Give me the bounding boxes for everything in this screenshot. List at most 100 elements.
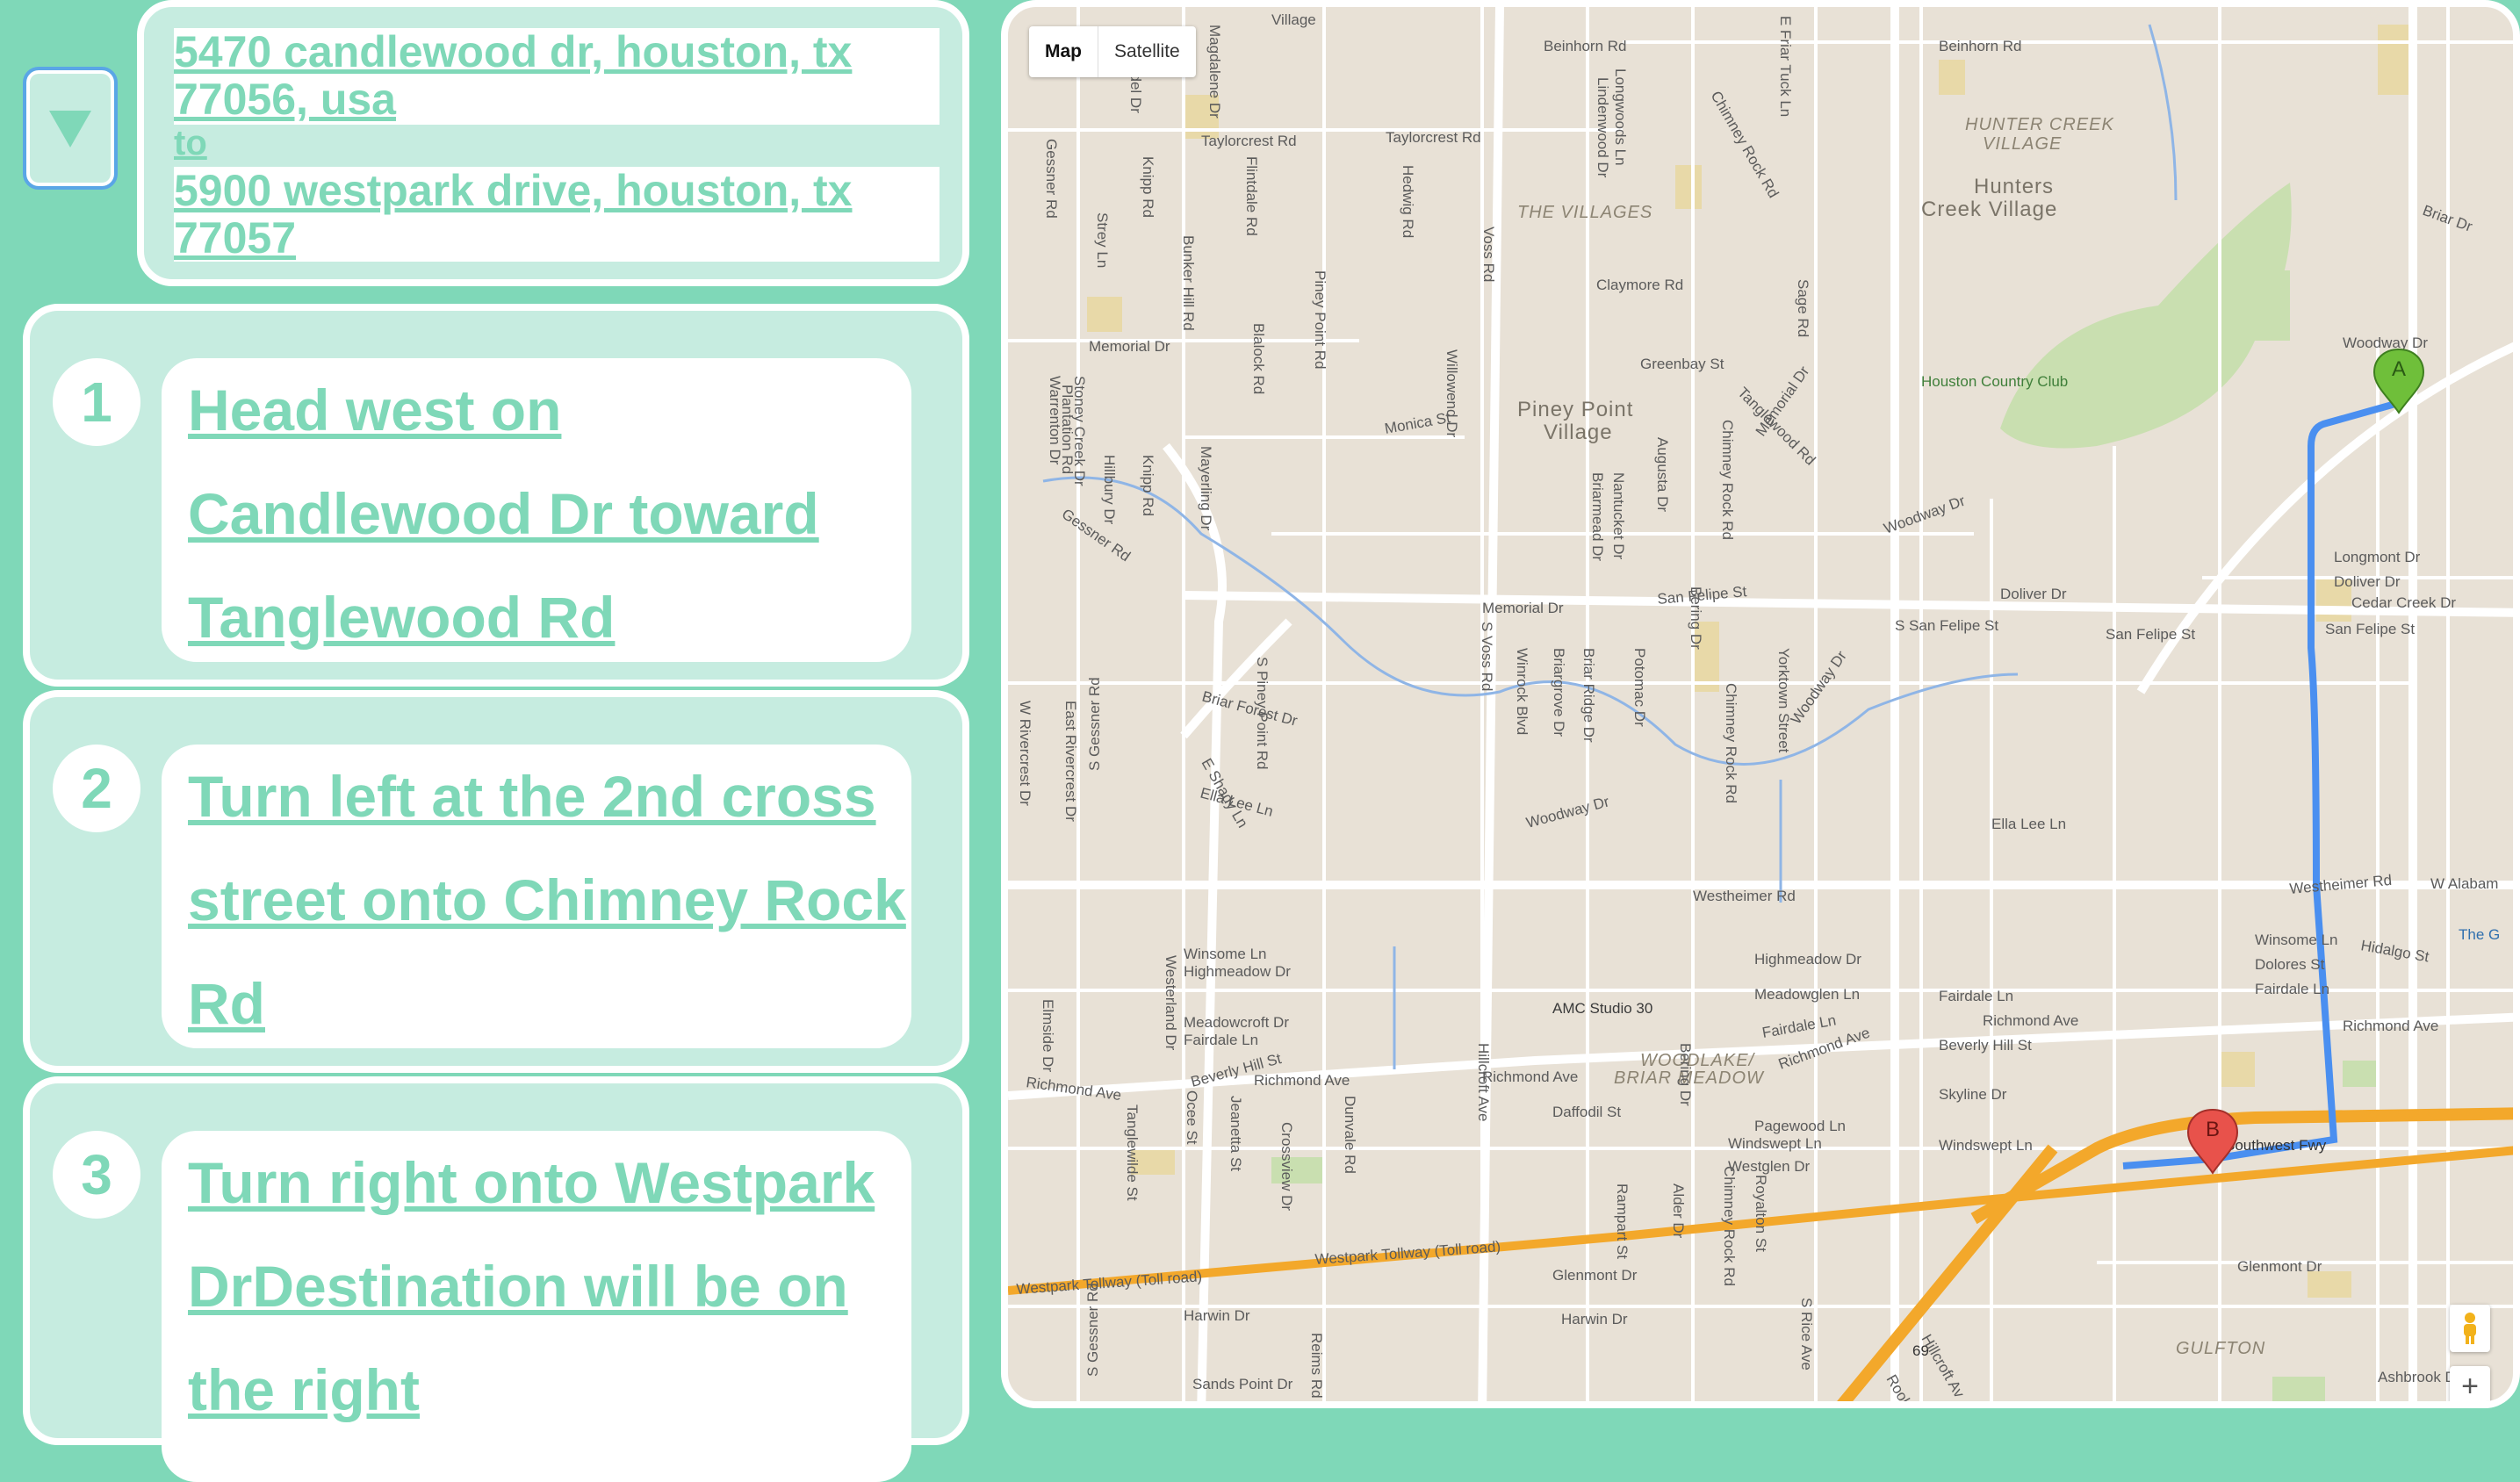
svg-text:Windswept Ln: Windswept Ln	[1728, 1135, 1822, 1152]
svg-text:Beinhorn Rd: Beinhorn Rd	[1939, 38, 2022, 54]
svg-text:Woodway Dr: Woodway Dr	[1524, 793, 1611, 831]
svg-text:Richmond Ave: Richmond Ave	[2343, 1018, 2438, 1034]
svg-text:HUNTER CREEK: HUNTER CREEK	[1965, 115, 2114, 134]
svg-text:Potomac Dr: Potomac Dr	[1631, 648, 1648, 727]
svg-text:Meadowglen Ln: Meadowglen Ln	[1754, 986, 1860, 1003]
svg-text:Briarmead Dr: Briarmead Dr	[1589, 472, 1606, 561]
svg-text:Chimney Rock Rd: Chimney Rock Rd	[1708, 89, 1782, 201]
direction-step: 2 Turn left at the 2nd cross street onto…	[23, 690, 969, 1073]
svg-text:Hillcroft Av: Hillcroft Av	[1919, 1332, 1969, 1401]
map-type-map-button[interactable]: Map	[1029, 26, 1098, 77]
svg-text:S Voss Rd: S Voss Rd	[1479, 622, 1495, 691]
svg-text:Longwoods Ln: Longwoods Ln	[1612, 68, 1629, 166]
svg-text:Dunvale Rd: Dunvale Rd	[1342, 1096, 1358, 1174]
svg-text:Dolores St: Dolores St	[2255, 956, 2325, 973]
svg-text:W Rivercrest Dr: W Rivercrest Dr	[1017, 701, 1033, 806]
school-area	[2220, 1052, 2255, 1087]
svg-text:Crossview Dr: Crossview Dr	[1278, 1122, 1295, 1211]
svg-text:Fairdale Ln: Fairdale Ln	[1760, 1011, 1837, 1040]
svg-text:Greenbay St: Greenbay St	[1640, 356, 1724, 372]
svg-text:Rampart St: Rampart St	[1614, 1183, 1631, 1259]
park-area	[2343, 1061, 2378, 1087]
svg-text:Ashbrook Dr: Ashbrook Dr	[2378, 1369, 2461, 1385]
svg-text:WOODLAKE/: WOODLAKE/	[1640, 1051, 1756, 1070]
svg-text:Memorial Dr: Memorial Dr	[1482, 600, 1564, 616]
svg-text:Westpark Tollway (Toll road): Westpark Tollway (Toll road)	[1016, 1268, 1203, 1298]
map-canvas[interactable]: Beinhorn Rd Beinhorn Rd Village HUNTER C…	[1008, 7, 2520, 1408]
svg-text:Royalton St: Royalton St	[1753, 1175, 1769, 1252]
svg-text:Piney Point Rd: Piney Point Rd	[1312, 270, 1328, 369]
svg-text:Daffodil St: Daffodil St	[1552, 1104, 1621, 1120]
step-instruction-link[interactable]: Turn left at the 2nd cross street onto C…	[162, 745, 911, 1048]
park-area	[1264, 1403, 1396, 1408]
svg-text:Highmeadow Dr: Highmeadow Dr	[1754, 951, 1861, 968]
svg-text:Windswept Ln: Windswept Ln	[1939, 1137, 2033, 1154]
svg-text:Elmside Dr: Elmside Dr	[1040, 999, 1056, 1072]
svg-text:Richmond Ave: Richmond Ave	[1025, 1074, 1122, 1104]
school-area	[2308, 1271, 2351, 1298]
step-instruction-link[interactable]: Head west on Candlewood Dr toward Tangle…	[162, 358, 911, 662]
svg-text:Bering Dr: Bering Dr	[1688, 586, 1704, 650]
svg-text:Fairdale Ln: Fairdale Ln	[1184, 1032, 1258, 1048]
svg-text:Houston Country Club: Houston Country Club	[1921, 373, 2068, 390]
svg-text:Cedar Creek Dr: Cedar Creek Dr	[2351, 594, 2456, 611]
zoom-in-button[interactable]: +	[2450, 1366, 2490, 1401]
svg-text:Glenmont Dr: Glenmont Dr	[2237, 1258, 2322, 1275]
svg-text:Gessner Rd: Gessner Rd	[1043, 139, 1060, 219]
map-type-control: Map Satellite	[1029, 26, 1196, 77]
svg-text:Memorial Dr: Memorial Dr	[1089, 338, 1170, 355]
svg-text:W Alabam: W Alabam	[2430, 875, 2498, 892]
svg-text:Chimney Rock Rd: Chimney Rock Rd	[1721, 1166, 1738, 1286]
svg-text:San Felipe St: San Felipe St	[2106, 626, 2195, 643]
svg-text:S San Felipe St: S San Felipe St	[1895, 617, 1998, 634]
svg-text:Hidalgo St: Hidalgo St	[2359, 937, 2430, 965]
school-area	[1087, 297, 1122, 332]
svg-text:Fairdale Ln: Fairdale Ln	[2255, 981, 2329, 997]
svg-text:Nantucket Dr: Nantucket Dr	[1610, 472, 1627, 560]
svg-text:Augusta Dr: Augusta Dr	[1654, 437, 1671, 512]
svg-text:Westheimer Rd: Westheimer Rd	[1693, 888, 1796, 904]
svg-text:Sage Rd: Sage Rd	[1795, 279, 1811, 337]
svg-text:Hillbury Dr: Hillbury Dr	[1101, 455, 1118, 525]
svg-text:Beinhorn Rd: Beinhorn Rd	[1544, 38, 1627, 54]
school-area	[1939, 60, 1965, 95]
direction-step: 3 Turn right onto Westpark DrDestination…	[23, 1076, 969, 1482]
svg-text:East Rivercrest Dr: East Rivercrest Dr	[1062, 701, 1079, 822]
svg-text:Rookin: Rookin	[1883, 1372, 1921, 1409]
svg-text:Highmeadow Dr: Highmeadow Dr	[1184, 963, 1291, 980]
to-label: to	[174, 124, 207, 162]
map-type-satellite-button[interactable]: Satellite	[1098, 26, 1196, 77]
origin-address-link[interactable]: 5470 candlewood dr, houston, tx 77056, u…	[174, 28, 940, 125]
svg-text:THE VILLAGES: THE VILLAGES	[1517, 203, 1652, 222]
svg-text:Richmond Ave: Richmond Ave	[1482, 1068, 1578, 1085]
svg-text:Harwin Dr: Harwin Dr	[1184, 1307, 1250, 1324]
svg-text:Strey Ln: Strey Ln	[1094, 212, 1111, 268]
svg-text:Briargrove Dr: Briargrove Dr	[1551, 648, 1567, 737]
destination-address-link[interactable]: 5900 westpark drive, houston, tx 77057	[174, 167, 940, 262]
svg-text:Hillcroft Ave: Hillcroft Ave	[1475, 1043, 1492, 1121]
svg-text:Hedwig Rd: Hedwig Rd	[1400, 165, 1416, 238]
step-number: 2	[53, 745, 140, 832]
park-area	[2272, 1377, 2325, 1401]
map-view[interactable]: Beinhorn Rd Beinhorn Rd Village HUNTER C…	[1001, 0, 2520, 1408]
svg-text:Reims Rd: Reims Rd	[1308, 1333, 1325, 1399]
school-area	[2378, 25, 2413, 95]
svg-text:Doliver Dr: Doliver Dr	[2000, 586, 2067, 602]
svg-text:Gessner Rd: Gessner Rd	[1059, 506, 1134, 565]
svg-text:Taylorcrest Rd: Taylorcrest Rd	[1386, 129, 1481, 146]
collapse-toggle-button[interactable]	[23, 67, 118, 190]
svg-text:Willowend Dr: Willowend Dr	[1444, 349, 1460, 437]
step-instruction-link[interactable]: Turn right onto Westpark DrDestination w…	[162, 1131, 911, 1482]
svg-text:Pagewood Ln: Pagewood Ln	[1754, 1118, 1846, 1134]
svg-text:Woodway Dr: Woodway Dr	[1788, 648, 1850, 728]
route-summary-card: 5470 candlewood dr, houston, tx 77056, u…	[137, 0, 969, 286]
svg-text:Sands Point Dr: Sands Point Dr	[1192, 1376, 1293, 1392]
svg-text:S Piney Point Rd: S Piney Point Rd	[1254, 657, 1271, 770]
svg-text:Ocee St: Ocee St	[1184, 1090, 1200, 1145]
svg-text:Westglen Dr: Westglen Dr	[1728, 1158, 1811, 1175]
street-view-pegman-icon[interactable]	[2450, 1305, 2490, 1352]
svg-text:Lindenwood Dr: Lindenwood Dr	[1595, 77, 1611, 178]
svg-text:Ella Lee Ln: Ella Lee Ln	[1991, 816, 2066, 832]
route-path	[2122, 400, 2397, 1169]
map-vertical-labels: Gessner Rd Gessner Rd S Gessner Rd S Ges…	[1017, 16, 1818, 1399]
